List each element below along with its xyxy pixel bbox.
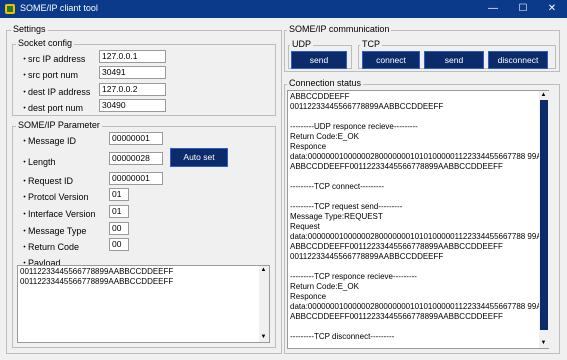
scroll-up-arrow-icon[interactable]: ▲ (259, 266, 268, 275)
tcp-connect-button[interactable]: connect (362, 51, 420, 69)
status-log-line: Message Type:REQUEST (290, 212, 383, 221)
tcp-title: TCP (360, 39, 382, 49)
status-log-line: ---------UDP responce recieve--------- (290, 122, 418, 131)
dest-port-input[interactable]: 30490 (99, 99, 166, 112)
app-icon (5, 4, 15, 14)
return-code-label: ・Return Code (20, 242, 80, 252)
length-input[interactable]: 00000028 (109, 152, 163, 165)
interface-version-label: ・Interface Version (20, 209, 96, 219)
settings-title: Settings (11, 24, 48, 34)
payload-line: 00112233445566778899AABBCCDDEEFF (20, 277, 174, 286)
socket-config-title: Socket config (16, 38, 75, 48)
connection-status-title: Connection status (287, 78, 364, 88)
src-port-input[interactable]: 30491 (99, 66, 166, 79)
src-port-label: ・src port num (20, 70, 79, 80)
dest-port-label: ・dest port num (20, 103, 84, 113)
status-log-line (290, 172, 546, 182)
status-log-line: ABBCCDDEEFF00112233445566778899AABBCCDDE… (290, 312, 503, 321)
tcp-send-button[interactable]: send (424, 51, 484, 69)
dest-ip-label: ・dest IP address (20, 87, 91, 97)
status-log-line (290, 112, 546, 122)
udp-title: UDP (290, 39, 314, 49)
src-ip-label: ・src IP address (20, 54, 86, 64)
scroll-up-arrow-icon[interactable]: ▲ (539, 91, 548, 100)
message-id-input[interactable]: 00000001 (109, 132, 163, 145)
status-log-line: ---------TCP responce recieve--------- (290, 272, 417, 281)
connection-status-log[interactable]: ABBCCDDEEFF 00112233445566778899AABBCCDDE… (287, 90, 549, 349)
status-log-line: data:00000001000000280000000101010000011… (290, 232, 542, 241)
status-log-line: 00112233445566778899AABBCCDDEEFF (290, 252, 444, 261)
dest-ip-input[interactable]: 127.0.0.2 (99, 83, 166, 96)
status-log-line: data:00000001000000280000000101010000011… (290, 152, 542, 161)
window-title: SOME/IP cliant tool (20, 3, 98, 13)
minimize-button[interactable]: — (478, 0, 508, 18)
udp-send-button[interactable]: send (291, 51, 347, 69)
protocol-version-label: ・Protcol Version (20, 192, 89, 202)
message-id-label: ・Message ID (20, 136, 77, 146)
title-bar: SOME/IP cliant tool — ☐ ✕ (0, 0, 567, 18)
status-log-line: ABBCCDDEEFF00112233445566778899AABBCCDDE… (290, 242, 503, 251)
status-log-line: ABBCCDDEEFF00112233445566778899AABBCCDDE… (290, 162, 503, 171)
someip-parameter-title: SOME/IP Parameter (16, 120, 102, 130)
tcp-disconnect-button[interactable]: disconnect (488, 51, 548, 69)
payload-line: 00112233445566778899AABBCCDDEEFF (20, 267, 174, 276)
status-log-line (290, 262, 546, 272)
status-log-line: 00112233445566778899AABBCCDDEEFF (290, 102, 444, 111)
protocol-version-input[interactable]: 01 (109, 188, 129, 201)
return-code-input[interactable]: 00 (109, 238, 129, 251)
payload-textarea[interactable]: 00112233445566778899AABBCCDDEEFF 0011223… (17, 265, 270, 343)
status-log-line: ---------TCP disconnect--------- (290, 332, 395, 341)
status-log-line (290, 322, 546, 332)
scroll-down-arrow-icon[interactable]: ▼ (259, 333, 268, 342)
status-log-line: Request (290, 222, 320, 231)
status-scrollbar[interactable]: ▲ ▼ (539, 91, 549, 348)
message-type-input[interactable]: 00 (109, 222, 129, 235)
auto-set-button[interactable]: Auto set (170, 148, 228, 167)
scroll-thumb[interactable] (540, 100, 548, 330)
payload-scrollbar[interactable]: ▲ ▼ (259, 266, 269, 342)
close-button[interactable]: ✕ (537, 0, 567, 18)
status-log-line: ---------TCP connect--------- (290, 182, 385, 191)
message-type-label: ・Message Type (20, 226, 87, 236)
status-log-line: Responce (290, 142, 327, 151)
status-log-line (290, 192, 546, 202)
length-label: ・Length (20, 157, 56, 167)
status-log-line: ABBCCDDEEFF (290, 92, 350, 101)
status-log-line: Return Code:E_OK (290, 132, 359, 141)
communication-title: SOME/IP communication (287, 24, 392, 34)
request-id-input[interactable]: 00000001 (109, 172, 163, 185)
status-log-line: Return Code:E_OK (290, 282, 359, 291)
status-log-line: ---------TCP request send--------- (290, 202, 403, 211)
interface-version-input[interactable]: 01 (109, 205, 129, 218)
status-log-line: data:00000001000000280000000101010000011… (290, 302, 542, 311)
status-log-line: Responce (290, 292, 327, 301)
request-id-label: ・Request ID (20, 176, 74, 186)
maximize-button[interactable]: ☐ (508, 0, 538, 18)
src-ip-input[interactable]: 127.0.0.1 (99, 50, 166, 63)
scroll-down-arrow-icon[interactable]: ▼ (539, 339, 548, 348)
